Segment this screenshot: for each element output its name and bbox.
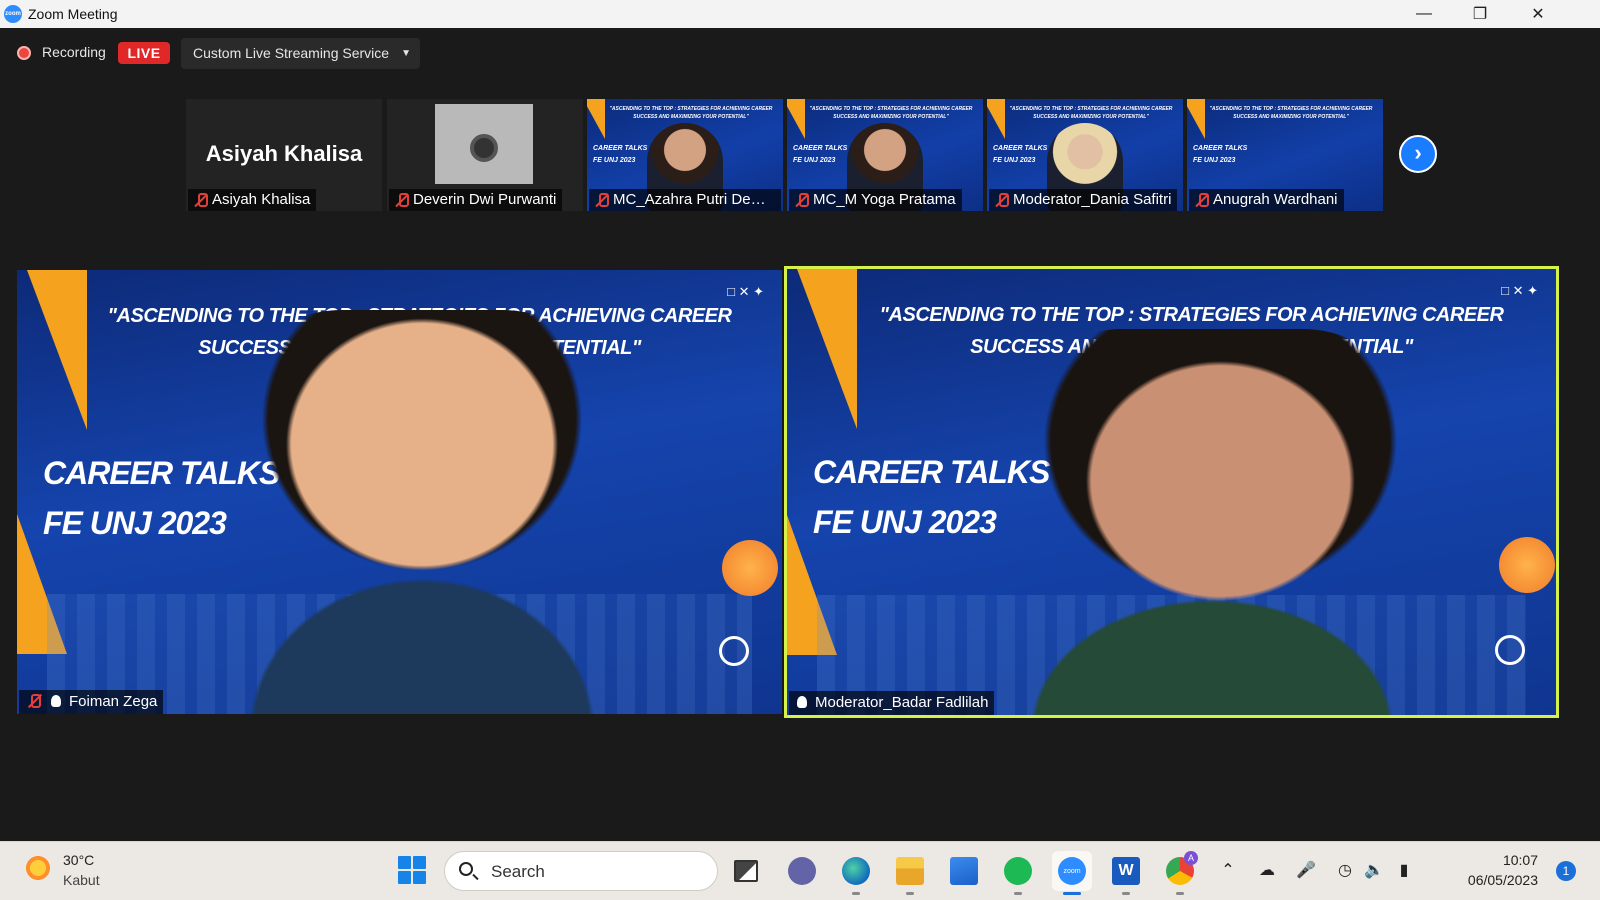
- windows-start-icon[interactable]: [398, 856, 426, 884]
- participant-name-label: Deverin Dwi Purwanti: [389, 189, 563, 211]
- participant-thumbnail[interactable]: "ASCENDING TO THE TOP : STRATEGIES FOR A…: [787, 99, 983, 211]
- slide-headline: "ASCENDING TO THE TOP : STRATEGIES FOR A…: [609, 106, 773, 120]
- recording-icon[interactable]: [17, 46, 31, 60]
- spotify-icon[interactable]: [998, 851, 1038, 895]
- chrome-icon[interactable]: A: [1160, 851, 1200, 895]
- participant-name-label: Foiman Zega: [19, 690, 164, 714]
- close-button[interactable]: ✕: [1510, 0, 1566, 28]
- chevron-down-icon: ▼: [401, 48, 411, 59]
- profile-badge: A: [1184, 851, 1198, 865]
- sponsor-logos: □ ✕ ✦: [727, 284, 764, 299]
- mic-muted-icon: [395, 193, 409, 207]
- microphone-icon[interactable]: 🎤: [1294, 858, 1318, 882]
- system-clock[interactable]: 10:07 06/05/2023: [1452, 852, 1538, 888]
- camera-lens-icon: [470, 134, 498, 162]
- weather-temperature[interactable]: 30°C: [63, 852, 94, 868]
- mic-muted-icon: [595, 193, 609, 207]
- slide-event-title: CAREER TALKS FE UNJ 2023: [793, 145, 848, 164]
- weather-description[interactable]: Kabut: [63, 872, 100, 888]
- participant-name-label: MC_M Yoga Pratama: [789, 189, 962, 211]
- participant-name-label: Asiyah Khalisa: [188, 189, 317, 211]
- slide-headline: "ASCENDING TO THE TOP : STRATEGIES FOR A…: [1209, 106, 1373, 120]
- speaker-video: [222, 310, 622, 714]
- volume-icon[interactable]: 🔈: [1362, 858, 1386, 882]
- task-view-icon[interactable]: [726, 851, 766, 891]
- slide-event-title: CAREER TALKS FE UNJ 2023: [993, 145, 1048, 164]
- mic-muted-icon: [795, 193, 809, 207]
- teams-chat-icon[interactable]: [782, 851, 822, 891]
- file-explorer-icon[interactable]: [890, 851, 930, 895]
- participant-thumbnail[interactable]: Asiyah Khalisa Asiyah Khalisa: [186, 99, 382, 211]
- participant-thumbnail[interactable]: "ASCENDING TO THE TOP : STRATEGIES FOR A…: [1187, 99, 1383, 211]
- stream-service-dropdown[interactable]: Custom Live Streaming Service ▼: [181, 38, 420, 69]
- live-badge: LIVE: [118, 42, 170, 64]
- participant-name-label: Moderator_Dania Safitri: [989, 189, 1178, 211]
- zoom-app-icon[interactable]: zoom: [1052, 851, 1092, 895]
- window-title-bar: zoom Zoom Meeting — ❐ ✕: [0, 0, 1600, 28]
- next-page-button[interactable]: ›: [1399, 135, 1437, 173]
- participant-thumbnail[interactable]: Deverin Dwi Purwanti: [387, 99, 583, 211]
- pin-icon: [51, 695, 61, 707]
- recording-label[interactable]: Recording: [42, 44, 106, 60]
- minimize-button[interactable]: —: [1396, 0, 1452, 28]
- mic-muted-icon: [995, 193, 1009, 207]
- taskbar-search[interactable]: Search: [444, 851, 718, 891]
- participant-name-label: Anugrah Wardhani: [1189, 189, 1344, 211]
- participant-name-card: Asiyah Khalisa: [205, 141, 363, 166]
- video-tile[interactable]: □ ✕ ✦ "ASCENDING TO THE TOP : STRATEGIES…: [17, 270, 782, 714]
- participant-thumbnail[interactable]: "ASCENDING TO THE TOP : STRATEGIES FOR A…: [987, 99, 1183, 211]
- pin-icon: [797, 696, 807, 708]
- speaker-video: [1002, 329, 1422, 715]
- slide-event-title: CAREER TALKS FE UNJ 2023: [593, 145, 648, 164]
- weather-sun-icon[interactable]: [24, 854, 52, 882]
- clock-time: 10:07: [1502, 852, 1538, 868]
- notification-badge[interactable]: 1: [1556, 861, 1576, 881]
- window-title: Zoom Meeting: [28, 6, 118, 22]
- stream-service-label: Custom Live Streaming Service: [193, 45, 390, 61]
- onedrive-cloud-icon[interactable]: ☁: [1255, 858, 1279, 882]
- mic-muted-icon: [27, 693, 43, 709]
- chevron-up-icon[interactable]: ⌃: [1216, 858, 1240, 882]
- mic-muted-icon: [194, 193, 208, 207]
- search-icon: [459, 862, 473, 876]
- battery-icon[interactable]: ▮: [1392, 858, 1416, 882]
- slide-headline: "ASCENDING TO THE TOP : STRATEGIES FOR A…: [809, 106, 973, 120]
- active-speaker-tile[interactable]: □ ✕ ✦ "ASCENDING TO THE TOP : STRATEGIES…: [784, 266, 1559, 718]
- mic-muted-icon: [1195, 193, 1209, 207]
- zoom-logo-icon: zoom: [4, 5, 22, 23]
- participant-name-label: Moderator_Badar Fadlilah: [789, 691, 995, 715]
- edge-browser-icon[interactable]: [836, 851, 876, 895]
- wifi-icon[interactable]: ◷: [1333, 858, 1357, 882]
- participant-thumbnail[interactable]: "ASCENDING TO THE TOP : STRATEGIES FOR A…: [587, 99, 783, 211]
- participant-photo: [435, 104, 533, 184]
- sponsor-logos: □ ✕ ✦: [1501, 283, 1538, 298]
- restore-button[interactable]: ❐: [1452, 0, 1508, 28]
- slide-event-title: CAREER TALKS FE UNJ 2023: [1193, 145, 1248, 164]
- mail-icon[interactable]: [944, 851, 984, 891]
- participant-name-label: MC_Azahra Putri Dewi...: [589, 189, 781, 211]
- chevron-right-icon: ›: [1414, 140, 1422, 165]
- windows-taskbar: 30°C Kabut Search zoom W A ⌃ ☁ 🎤 ◷ 🔈 ▮ 1…: [0, 841, 1600, 900]
- clock-date: 06/05/2023: [1467, 872, 1538, 888]
- search-placeholder: Search: [491, 862, 545, 881]
- slide-headline: "ASCENDING TO THE TOP : STRATEGIES FOR A…: [1009, 106, 1173, 120]
- word-icon[interactable]: W: [1106, 851, 1146, 895]
